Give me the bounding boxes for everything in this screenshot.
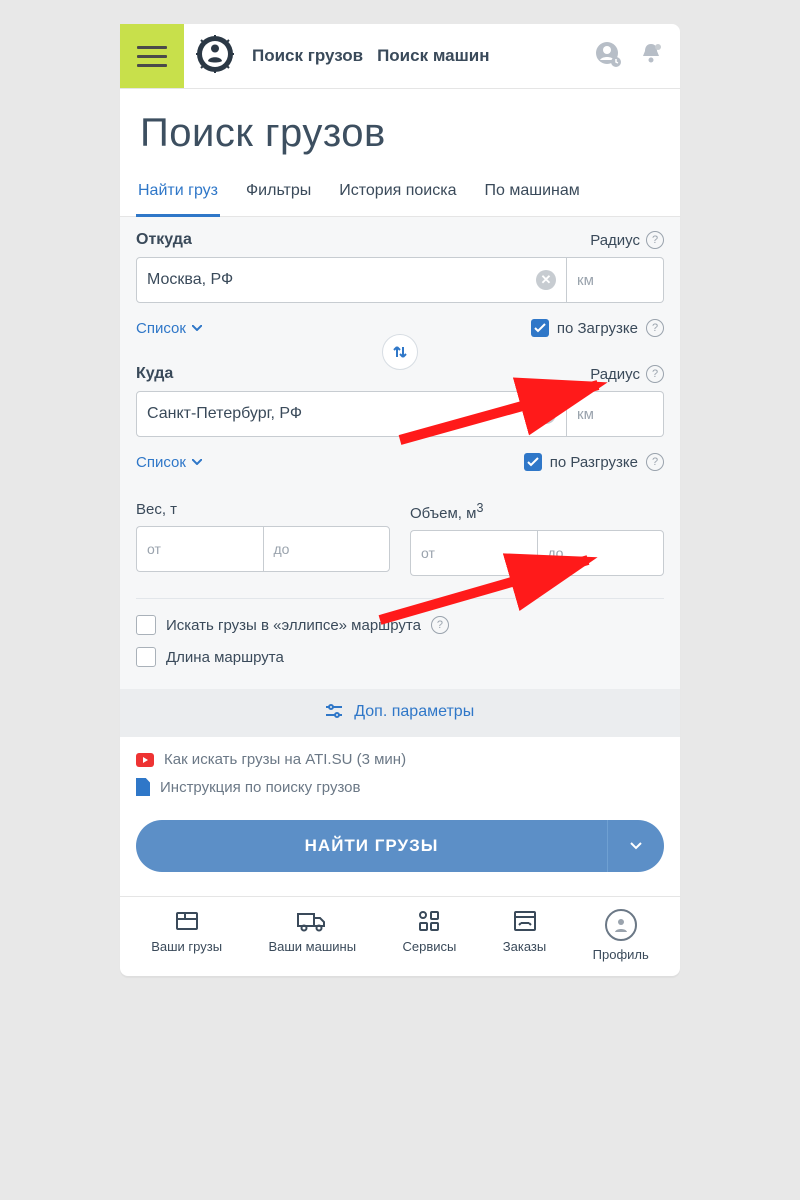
radius-label: Радиус xyxy=(590,366,640,383)
clear-from-icon[interactable]: ✕ xyxy=(536,270,556,290)
document-icon xyxy=(136,778,150,796)
by-unloading-label: по Разгрузке xyxy=(550,454,638,471)
sliders-icon xyxy=(326,704,342,723)
video-tutorial-link[interactable]: Как искать грузы на ATI.SU (3 мин) xyxy=(120,737,680,768)
nav-your-trucks[interactable]: Ваши машины xyxy=(268,909,356,962)
from-label: Откуда xyxy=(136,231,192,249)
weight-label: Вес, т xyxy=(136,501,390,518)
radius-label: Радиус xyxy=(590,232,640,249)
check-icon xyxy=(527,457,539,467)
search-form: Откуда Радиус ? Москва, РФ ✕ км Список xyxy=(120,217,680,737)
swap-icon xyxy=(392,344,408,360)
weight-to-input[interactable]: до xyxy=(263,526,391,572)
from-value: Москва, РФ xyxy=(147,271,233,289)
nav-search-trucks[interactable]: Поиск машин xyxy=(377,46,489,66)
volume-from-input[interactable]: от xyxy=(410,530,537,576)
apps-icon xyxy=(417,909,441,933)
ellipse-checkbox[interactable] xyxy=(136,615,156,635)
help-icon[interactable]: ? xyxy=(646,365,664,383)
chevron-down-icon xyxy=(192,325,202,331)
box-icon xyxy=(173,909,201,933)
calendar-icon xyxy=(512,909,538,933)
nav-services[interactable]: Сервисы xyxy=(402,909,456,962)
nav-orders[interactable]: Заказы xyxy=(503,909,546,962)
help-icon[interactable]: ? xyxy=(646,231,664,249)
chevron-down-icon xyxy=(630,842,642,850)
tab-filters[interactable]: Фильтры xyxy=(244,170,313,216)
youtube-icon xyxy=(136,753,154,767)
to-value: Санкт-Петербург, РФ xyxy=(147,405,302,423)
header: Поиск грузов Поиск машин xyxy=(120,24,680,89)
volume-to-input[interactable]: до xyxy=(537,530,665,576)
find-loads-button[interactable]: НАЙТИ ГРУЗЫ xyxy=(136,820,607,872)
route-length-checkbox[interactable] xyxy=(136,647,156,667)
from-list-link[interactable]: Список xyxy=(136,320,202,337)
nav-search-loads[interactable]: Поиск грузов xyxy=(252,46,363,66)
tab-history[interactable]: История поиска xyxy=(337,170,458,216)
tab-by-trucks[interactable]: По машинам xyxy=(483,170,582,216)
help-icon[interactable]: ? xyxy=(646,453,664,471)
from-input[interactable]: Москва, РФ ✕ xyxy=(136,257,567,303)
by-unloading-checkbox[interactable] xyxy=(524,453,542,471)
account-icon[interactable] xyxy=(594,40,622,73)
avatar-icon xyxy=(605,909,637,941)
by-loading-checkbox[interactable] xyxy=(531,319,549,337)
weight-from-input[interactable]: от xyxy=(136,526,263,572)
manual-link[interactable]: Инструкция по поиску грузов xyxy=(120,768,680,796)
to-radius-input[interactable]: км xyxy=(567,391,664,437)
help-icon[interactable]: ? xyxy=(646,319,664,337)
bell-icon[interactable] xyxy=(638,41,664,72)
clear-to-icon[interactable]: ✕ xyxy=(536,404,556,424)
bottom-nav: Ваши грузы Ваши машины Сервисы Заказы Пр… xyxy=(120,896,680,976)
volume-label: Объем, м3 xyxy=(410,501,664,522)
nav-profile[interactable]: Профиль xyxy=(593,909,649,962)
truck-icon xyxy=(296,909,328,933)
app-window: Поиск грузов Поиск машин Поиск грузов На… xyxy=(120,24,680,976)
tab-find-load[interactable]: Найти груз xyxy=(136,170,220,217)
header-nav: Поиск грузов Поиск машин xyxy=(252,46,490,66)
swap-button[interactable] xyxy=(382,334,418,370)
to-label: Куда xyxy=(136,365,173,383)
logo-icon[interactable] xyxy=(194,33,236,80)
to-list-link[interactable]: Список xyxy=(136,454,202,471)
nav-your-loads[interactable]: Ваши грузы xyxy=(151,909,222,962)
additional-params-button[interactable]: Доп. параметры xyxy=(120,689,680,737)
ellipse-label: Искать грузы в «эллипсе» маршрута xyxy=(166,617,421,634)
route-length-label: Длина маршрута xyxy=(166,649,284,666)
menu-button[interactable] xyxy=(120,24,184,88)
to-input[interactable]: Санкт-Петербург, РФ ✕ xyxy=(136,391,567,437)
by-loading-label: по Загрузке xyxy=(557,320,638,337)
find-loads-dropdown[interactable] xyxy=(607,820,664,872)
chevron-down-icon xyxy=(192,459,202,465)
check-icon xyxy=(534,323,546,333)
from-radius-input[interactable]: км xyxy=(567,257,664,303)
help-icon[interactable]: ? xyxy=(431,616,449,634)
tabs: Найти груз Фильтры История поиска По маш… xyxy=(120,170,680,217)
page-title: Поиск грузов xyxy=(120,89,680,170)
